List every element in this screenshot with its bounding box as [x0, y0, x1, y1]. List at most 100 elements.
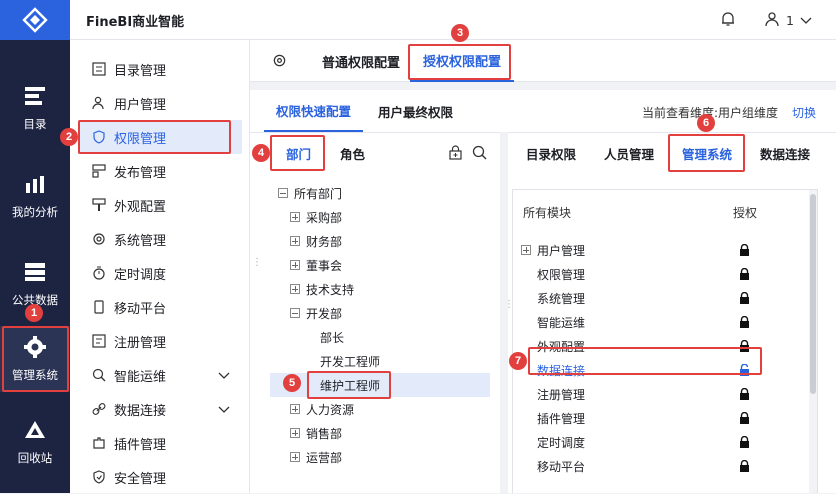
recycle-icon [23, 418, 47, 442]
mobile-icon [92, 300, 106, 314]
module-row[interactable]: 插件管理 [513, 406, 803, 430]
user-icon [764, 11, 780, 30]
plugin-icon [92, 436, 106, 450]
menu-item-appearance[interactable]: 外观配置 [78, 188, 242, 222]
tab-normal-permission[interactable]: 普通权限配置 [322, 40, 400, 82]
tree-item[interactable]: 董事会 [250, 253, 490, 277]
menu-label: 外观配置 [114, 199, 167, 215]
tab-data-connection[interactable]: 数据连接 [760, 133, 810, 173]
menu-item-ops[interactable]: 智能运维 [78, 358, 242, 392]
lock-icon[interactable] [739, 435, 750, 451]
menu-label: 目录管理 [114, 63, 167, 79]
expand-icon[interactable] [290, 404, 300, 414]
permission-tabs: 普通权限配置 授权权限配置 [250, 40, 836, 82]
module-row[interactable]: 移动平台 [513, 454, 803, 478]
collapse-icon[interactable] [278, 188, 288, 198]
scroll-thumb[interactable] [810, 194, 816, 394]
module-label: 移动平台 [537, 459, 586, 474]
menu-item-mobile[interactable]: 移动平台 [78, 290, 242, 324]
tree-item[interactable]: 技术支持 [250, 277, 490, 301]
switch-link[interactable]: 切换 [792, 104, 816, 121]
tree-item[interactable]: 运营部 [250, 445, 490, 469]
tab-catalog-permission[interactable]: 目录权限 [526, 133, 576, 173]
tree-item[interactable]: 部长 [250, 325, 490, 349]
chevron-down-icon[interactable] [218, 369, 230, 384]
tab-final-permission[interactable]: 用户最终权限 [378, 90, 453, 132]
module-row[interactable]: 系统管理 [513, 286, 803, 310]
lock-add-icon[interactable] [448, 145, 463, 163]
lock-icon[interactable] [739, 411, 750, 427]
logo[interactable] [0, 0, 70, 40]
tree-label: 技术支持 [306, 282, 355, 297]
resize-handle[interactable]: ⋮ [504, 300, 515, 310]
lock-icon[interactable] [739, 315, 750, 331]
tree-item[interactable]: 销售部 [250, 421, 490, 445]
menu-item-plugin[interactable]: 插件管理 [78, 426, 242, 460]
lock-icon[interactable] [739, 243, 750, 259]
module-list: 所有模块 授权 用户管理 权限管理 系统管理 智能运维 外观配置 数据连接 注册… [512, 189, 818, 493]
search-icon[interactable] [472, 145, 487, 163]
lock-icon[interactable] [739, 267, 750, 283]
tree-item[interactable]: 财务部 [250, 229, 490, 253]
tab-role[interactable]: 角色 [340, 133, 365, 173]
department-panel: 部门 角色 所有部门 采购部 财务部 董事会 技术支持 开发部 部长 开发工程师… [250, 132, 500, 493]
menu-label: 移动平台 [114, 301, 167, 317]
module-row[interactable]: 权限管理 [513, 262, 803, 286]
module-label: 用户管理 [537, 243, 586, 258]
gear-icon[interactable] [272, 53, 287, 71]
user-icon [92, 96, 106, 110]
tree-item[interactable]: 开发工程师 [250, 349, 490, 373]
module-row[interactable]: 注册管理 [513, 382, 803, 406]
menu-item-user-manage[interactable]: 用户管理 [78, 86, 242, 120]
user-menu[interactable]: 1 [764, 11, 812, 30]
link-icon [92, 402, 106, 416]
module-row[interactable]: 定时调度 [513, 430, 803, 454]
menu-item-publish-manage[interactable]: 发布管理 [78, 154, 242, 188]
tree-label: 开发部 [306, 306, 343, 321]
tree-label: 采购部 [306, 210, 343, 225]
annotation-badge: 2 [60, 128, 78, 146]
menu-item-security[interactable]: 安全管理 [78, 460, 242, 494]
menu-item-data-connection[interactable]: 数据连接 [78, 392, 242, 426]
annotation-badge: 1 [25, 304, 43, 322]
chevron-down-icon[interactable] [218, 403, 230, 418]
annotation-badge: 3 [451, 24, 469, 42]
sidebar-item-recycle[interactable]: 回收站 [0, 406, 70, 478]
bell-icon[interactable] [720, 11, 736, 30]
menu-item-register[interactable]: 注册管理 [78, 324, 242, 358]
resize-handle[interactable]: ⋮ [252, 258, 263, 268]
sidebar-item-my-analysis[interactable]: 我的分析 [0, 160, 70, 232]
expand-icon[interactable] [290, 284, 300, 294]
lock-icon[interactable] [739, 459, 750, 475]
menu-item-catalog-manage[interactable]: 目录管理 [78, 52, 242, 86]
tab-people-manage[interactable]: 人员管理 [604, 133, 654, 173]
module-row[interactable]: 智能运维 [513, 310, 803, 334]
tree-item[interactable]: 采购部 [250, 205, 490, 229]
expand-icon[interactable] [290, 236, 300, 246]
module-label: 注册管理 [537, 387, 586, 402]
tree-item[interactable]: 开发部 [250, 301, 490, 325]
scrollbar[interactable] [809, 190, 817, 493]
collapse-icon[interactable] [290, 308, 300, 318]
sub-header: 权限快速配置 用户最终权限 当前查看维度:用户组维度 切换 [250, 90, 836, 132]
tree-item[interactable]: 所有部门 [250, 181, 490, 205]
menu-item-system-manage[interactable]: 系统管理 [78, 222, 242, 256]
lock-icon[interactable] [739, 291, 750, 307]
auth-header: 授权 [733, 206, 758, 220]
expand-icon[interactable] [290, 212, 300, 222]
annotation-box [270, 135, 325, 171]
app-title: FineBI商业智能 [86, 15, 185, 30]
menu-label: 智能运维 [114, 369, 167, 385]
expand-icon[interactable] [521, 245, 531, 255]
menu-item-schedule[interactable]: 定时调度 [78, 256, 242, 290]
tab-quick-config[interactable]: 权限快速配置 [264, 90, 364, 132]
expand-icon[interactable] [290, 260, 300, 270]
expand-icon[interactable] [290, 428, 300, 438]
lock-icon[interactable] [739, 387, 750, 403]
annotation-badge: 4 [252, 144, 270, 162]
module-row[interactable]: 用户管理 [513, 238, 803, 262]
tree-item[interactable]: 人力资源 [250, 397, 490, 421]
publish-icon [92, 164, 106, 178]
menu-label: 插件管理 [114, 437, 167, 453]
expand-icon[interactable] [290, 452, 300, 462]
